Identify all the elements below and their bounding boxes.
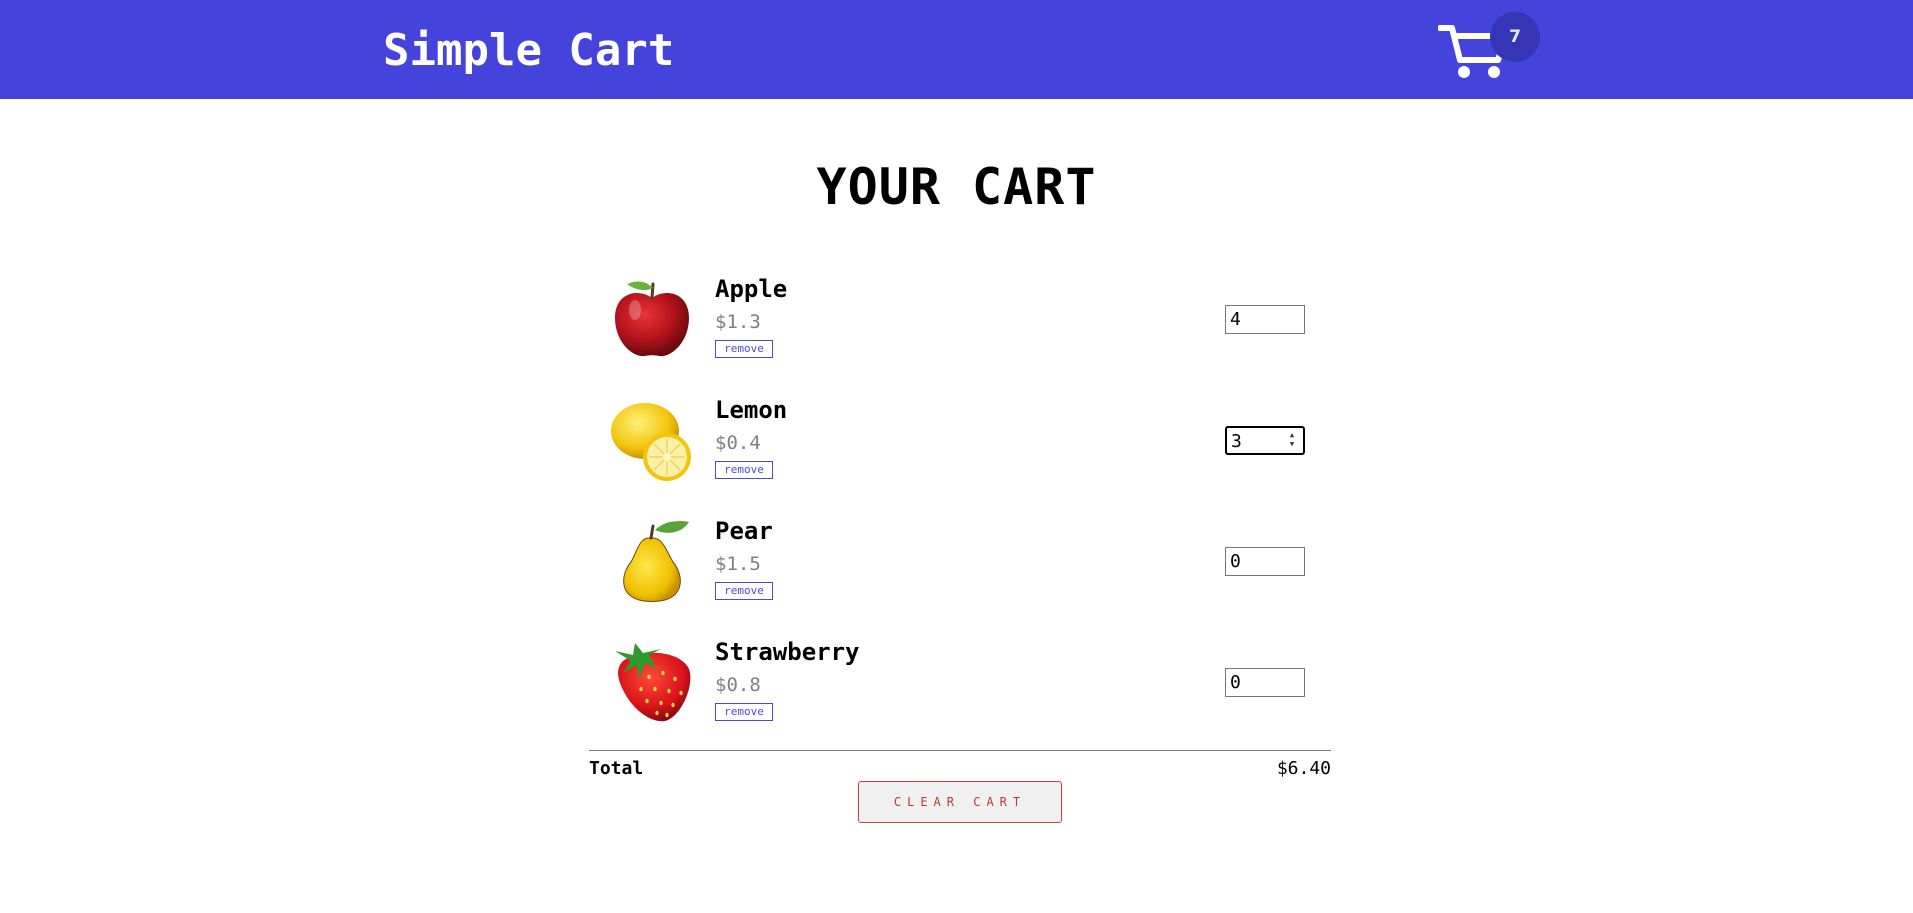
brand-title[interactable]: Simple Cart <box>383 23 674 79</box>
total-label: Total <box>589 758 644 779</box>
item-price: $0.8 <box>715 674 761 696</box>
cart-item-lemon: Lemon $0.4 remove ▲▼ <box>589 391 1331 491</box>
item-price: $0.4 <box>715 432 761 454</box>
total-row: Total $6.40 <box>589 750 1331 779</box>
cart-item-apple: Apple $1.3 remove <box>589 270 1331 370</box>
total-value: $6.40 <box>1276 758 1331 779</box>
strawberry-icon <box>615 643 691 722</box>
cart-item-strawberry: Strawberry $0.8 remove <box>589 633 1331 733</box>
quantity-input[interactable] <box>1230 670 1290 695</box>
remove-button[interactable]: remove <box>715 461 773 479</box>
remove-button[interactable]: remove <box>715 582 773 600</box>
item-price: $1.5 <box>715 553 761 575</box>
cart-count-badge: 7 <box>1490 12 1540 62</box>
lemon-icon <box>611 403 691 481</box>
remove-button[interactable]: remove <box>715 703 773 721</box>
remove-button[interactable]: remove <box>715 340 773 358</box>
page-title: YOUR CART <box>816 158 1097 216</box>
quantity-input[interactable] <box>1231 429 1291 454</box>
navbar: Simple Cart 7 <box>0 0 1913 99</box>
apple-icon <box>615 281 689 357</box>
quantity-field-wrapper <box>1225 547 1305 576</box>
clear-cart-button[interactable]: CLEAR CART <box>858 781 1062 823</box>
quantity-input[interactable] <box>1230 549 1290 574</box>
item-name: Pear <box>715 517 773 545</box>
quantity-field-wrapper <box>1225 305 1305 334</box>
item-name: Lemon <box>715 396 788 424</box>
quantity-field-wrapper: ▲▼ <box>1225 426 1305 455</box>
quantity-stepper[interactable]: ▲ ▼ <box>1287 431 1297 451</box>
pear-icon <box>623 520 689 602</box>
quantity-field-wrapper <box>1225 668 1305 697</box>
cart-item-pear: Pear $1.5 remove <box>589 512 1331 612</box>
cart-button[interactable]: 7 <box>1438 12 1548 92</box>
item-name: Apple <box>715 275 788 303</box>
item-price: $1.3 <box>715 311 761 333</box>
item-name: Strawberry <box>715 638 860 666</box>
quantity-input[interactable] <box>1230 307 1290 332</box>
